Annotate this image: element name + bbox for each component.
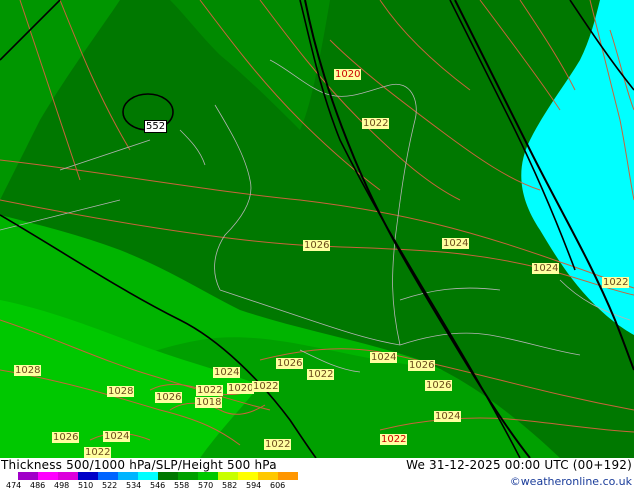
- scale-tick-label: 498: [54, 481, 70, 490]
- scale-swatch: [118, 472, 138, 480]
- scale-tick-label: 534: [126, 481, 142, 490]
- pressure-label: 1026: [425, 380, 453, 391]
- pressure-label: 1026: [52, 432, 80, 443]
- scale-swatch: [38, 472, 58, 480]
- pressure-label: 1022: [307, 369, 335, 380]
- scale-swatch: [258, 472, 278, 480]
- pressure-label: 1022: [252, 381, 280, 392]
- pressure-label: 1022: [264, 439, 292, 450]
- scale-tick-label: 594: [246, 481, 262, 490]
- map-canvas: [0, 0, 634, 458]
- pressure-label: 1024: [370, 352, 398, 363]
- pressure-label: 1022: [362, 118, 390, 129]
- scale-swatch: [218, 472, 238, 480]
- pressure-label: 1020: [334, 69, 362, 80]
- scale-swatch: [158, 472, 178, 480]
- scale-swatch: [178, 472, 198, 480]
- pressure-label: 1024: [532, 263, 560, 274]
- pressure-label: 1026: [408, 360, 436, 371]
- map-title: Thickness 500/1000 hPa/SLP/Height 500 hP…: [1, 458, 277, 472]
- pressure-label: 1022: [196, 385, 224, 396]
- pressure-label: 1022: [380, 434, 408, 445]
- pressure-label: 1026: [155, 392, 183, 403]
- thickness-color-scale: 474 486 498 510 522 534 546 558 570 582 594 606: [6, 472, 306, 490]
- pressure-label: 1024: [434, 411, 462, 422]
- pressure-label: 1024: [442, 238, 470, 249]
- weather-map: 1020 1022 1026 1024 1024 1022 1028 1026 …: [0, 0, 634, 458]
- scale-tick-label: 486: [30, 481, 46, 490]
- scale-swatch: [198, 472, 218, 480]
- scale-swatch: [78, 472, 98, 480]
- map-footer: Thickness 500/1000 hPa/SLP/Height 500 hP…: [0, 458, 634, 490]
- pressure-label: 1026: [276, 358, 304, 369]
- height-label: 552: [144, 120, 168, 133]
- scale-tick-label: 522: [102, 481, 118, 490]
- pressure-label: 1028: [14, 365, 42, 376]
- valid-datetime: We 31-12-2025 00:00 UTC (00+192): [406, 458, 632, 472]
- scale-tick-label: 558: [174, 481, 190, 490]
- pressure-label: 1024: [103, 431, 131, 442]
- scale-tick-label: 474: [6, 481, 22, 490]
- scale-swatch: [138, 472, 158, 480]
- scale-tick-label: 546: [150, 481, 166, 490]
- scale-swatch: [98, 472, 118, 480]
- scale-swatch: [238, 472, 258, 480]
- pressure-label: 1028: [107, 386, 135, 397]
- scale-swatch: [18, 472, 38, 480]
- scale-tick-label: 582: [222, 481, 238, 490]
- pressure-label: 1018: [195, 397, 223, 408]
- scale-swatch: [278, 472, 298, 480]
- pressure-label: 1022: [84, 447, 112, 458]
- pressure-label: 1026: [303, 240, 331, 251]
- pressure-label: 1020: [227, 383, 255, 394]
- scale-tick-label: 606: [270, 481, 286, 490]
- scale-tick-label: 570: [198, 481, 214, 490]
- scale-swatch: [58, 472, 78, 480]
- credit-link[interactable]: ©weatheronline.co.uk: [510, 475, 632, 488]
- scale-tick-label: 510: [78, 481, 94, 490]
- pressure-label: 1024: [213, 367, 241, 378]
- pressure-label: 1022: [602, 277, 630, 288]
